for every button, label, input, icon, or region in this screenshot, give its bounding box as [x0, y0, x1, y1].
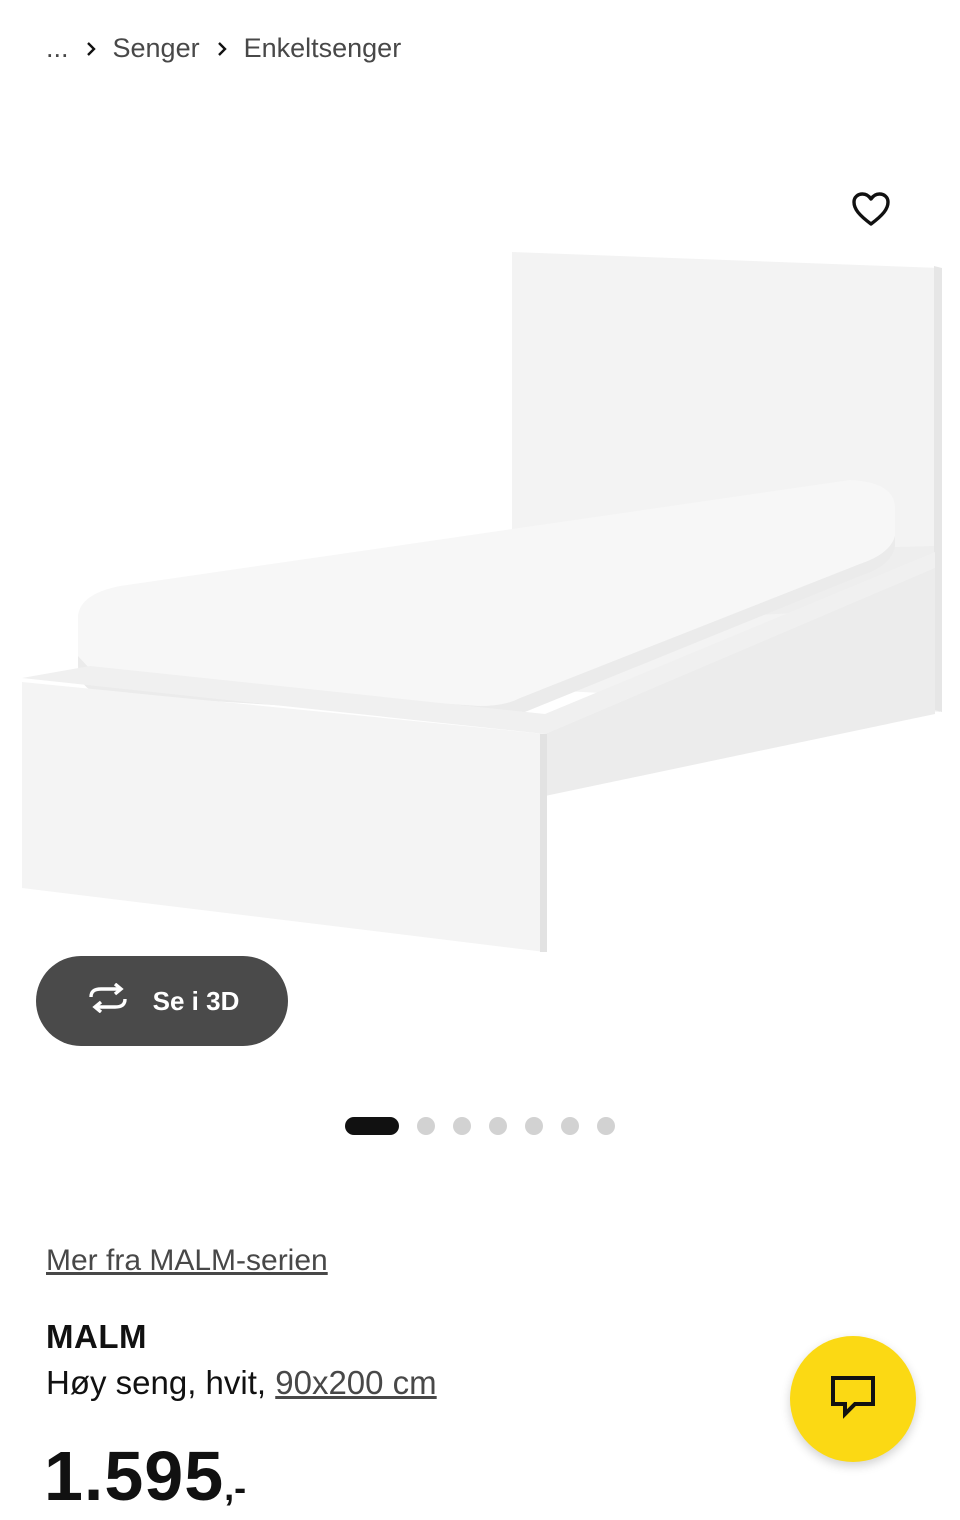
gallery-pagination	[345, 1117, 633, 1135]
gallery-dot[interactable]	[453, 1117, 471, 1135]
breadcrumb-ellipsis[interactable]: ...	[46, 33, 69, 64]
breadcrumb-item-senger[interactable]: Senger	[113, 33, 200, 64]
heart-icon	[851, 191, 891, 232]
product-size-link[interactable]: 90x200 cm	[275, 1364, 436, 1401]
product-description: Høy seng, hvit, 90x200 cm	[46, 1364, 437, 1402]
chat-button[interactable]	[790, 1336, 916, 1462]
gallery-dot-active[interactable]	[345, 1117, 399, 1135]
breadcrumb: ... Senger Enkeltsenger	[46, 28, 401, 68]
gallery-dot[interactable]	[525, 1117, 543, 1135]
chat-icon	[829, 1374, 877, 1425]
price-suffix: ,-	[224, 1467, 247, 1508]
favorite-button[interactable]	[846, 186, 896, 236]
gallery-dot[interactable]	[489, 1117, 507, 1135]
product-name: MALM	[46, 1318, 147, 1355]
chevron-right-icon	[200, 33, 244, 64]
gallery-dot[interactable]	[561, 1117, 579, 1135]
view-3d-button[interactable]: Se i 3D	[36, 956, 288, 1046]
breadcrumb-item-enkeltsenger[interactable]: Enkeltsenger	[244, 33, 402, 64]
product-price: 1.595,-	[44, 1436, 246, 1516]
price-amount: 1.595	[44, 1437, 225, 1515]
view-3d-label: Se i 3D	[152, 985, 240, 1016]
series-link[interactable]: Mer fra MALM-serien	[46, 1244, 328, 1278]
chevron-right-icon	[69, 33, 113, 64]
gallery-dot[interactable]	[597, 1117, 615, 1135]
gallery-dot[interactable]	[417, 1117, 435, 1135]
rotate-3d-icon	[85, 982, 131, 1020]
product-image[interactable]	[0, 236, 960, 956]
product-description-text: Høy seng, hvit,	[46, 1364, 267, 1401]
